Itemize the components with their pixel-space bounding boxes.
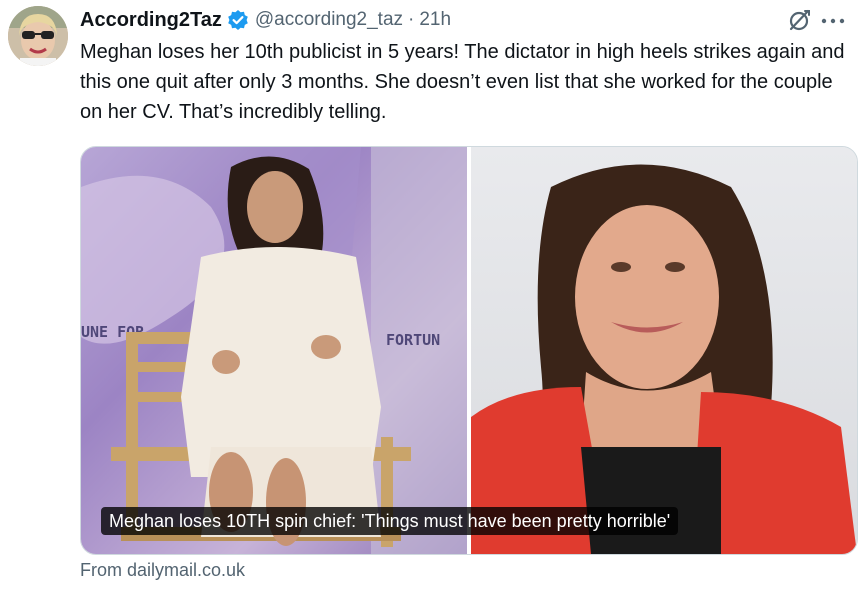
card-source[interactable]: From dailymail.co.uk xyxy=(80,560,245,581)
verified-badge-icon[interactable] xyxy=(227,9,249,31)
display-name[interactable]: According2Taz xyxy=(80,9,222,32)
avatar[interactable] xyxy=(8,6,68,66)
tweet-text: Meghan loses her 10th publicist in 5 yea… xyxy=(80,41,845,123)
timestamp[interactable]: 21h xyxy=(419,9,451,31)
tweet[interactable]: According2Taz @according2_taz · 21h Megh… xyxy=(0,0,864,594)
link-card[interactable]: UNE FOR FORTUN Meghan loses 10TH spin ch… xyxy=(80,146,858,555)
author-handle[interactable]: @according2_taz xyxy=(255,9,403,31)
more-icon[interactable] xyxy=(818,8,848,32)
card-caption: Meghan loses 10TH spin chief: 'Things mu… xyxy=(101,507,679,535)
grok-icon[interactable] xyxy=(788,8,812,32)
card-image[interactable]: UNE FOR FORTUN xyxy=(81,147,857,554)
left-backdrop-text-2: FORTUN xyxy=(386,331,440,349)
tweet-header: According2Taz @according2_taz · 21h xyxy=(80,5,451,35)
separator-dot: · xyxy=(408,9,415,30)
